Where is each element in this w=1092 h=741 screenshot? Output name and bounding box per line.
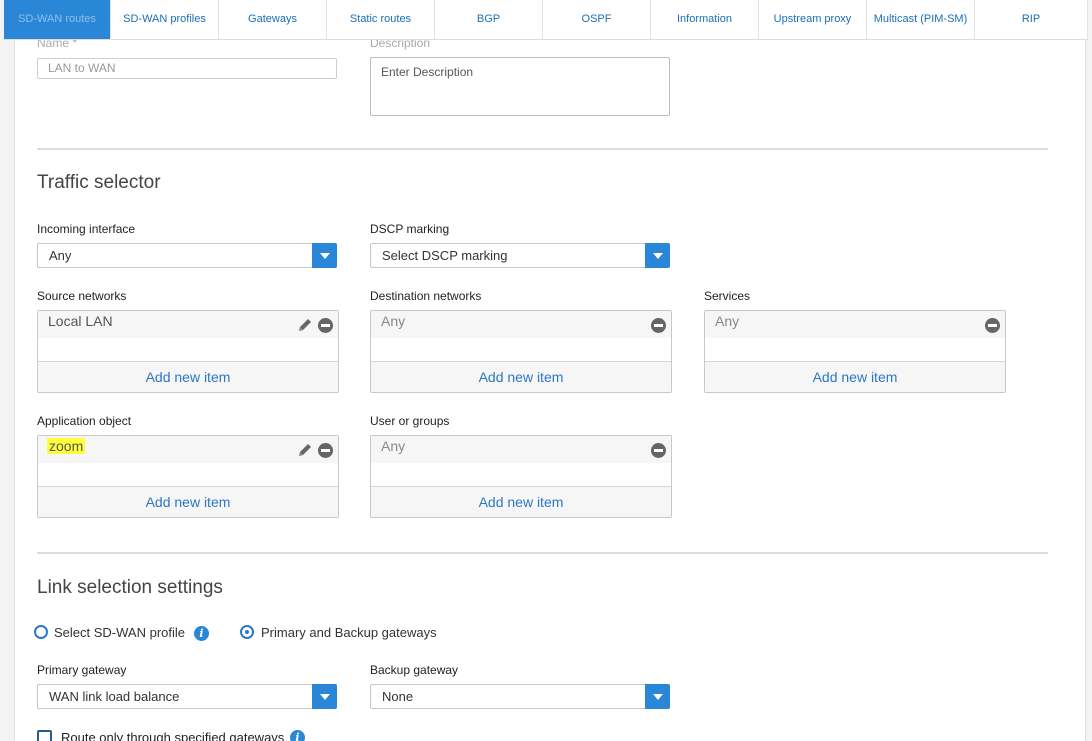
list-item[interactable]: Any	[371, 311, 671, 338]
list-item-label: Any	[381, 313, 406, 329]
services-list: Any Add new item	[704, 310, 1006, 393]
backup-gateway-label: Backup gateway	[370, 663, 459, 677]
tab-sd-wan-profiles[interactable]: SD-WAN profiles	[111, 0, 219, 39]
list-item-label: Any	[715, 313, 740, 329]
pencil-icon[interactable]	[297, 442, 313, 458]
pencil-icon[interactable]	[297, 317, 313, 333]
tab-rip[interactable]: RIP	[975, 0, 1088, 39]
list-item-label: zoom	[47, 438, 86, 454]
destination-networks-list: Any Add new item	[370, 310, 672, 393]
remove-icon[interactable]	[651, 443, 666, 458]
info-icon[interactable]: i	[290, 730, 305, 741]
remove-icon[interactable]	[318, 318, 333, 333]
list-item[interactable]: Any	[371, 436, 671, 463]
radio-sdwan-profile[interactable]	[34, 625, 48, 639]
list-item-label: Local LAN	[48, 313, 113, 329]
destination-networks-label: Destination networks	[370, 289, 482, 303]
chevron-down-icon[interactable]	[312, 684, 337, 709]
route-only-label: Route only through specified gateways	[61, 730, 285, 741]
incoming-interface-select[interactable]: Any	[37, 243, 337, 268]
list-item[interactable]: Local LAN	[38, 311, 338, 338]
backup-gateway-value: None	[382, 689, 414, 704]
tab-bar: SD-WAN routes SD-WAN profiles Gateways Stat…	[4, 0, 1088, 40]
list-item[interactable]: Any	[705, 311, 1005, 338]
tab-ospf[interactable]: OSPF	[543, 0, 651, 39]
add-new-item-button[interactable]: Add new item	[38, 361, 338, 392]
dscp-marking-value: Select DSCP marking	[382, 248, 508, 263]
add-new-item-button[interactable]: Add new item	[38, 486, 338, 517]
backup-gateway-select[interactable]: None	[370, 684, 670, 709]
radio-primary-backup-gateways[interactable]	[240, 625, 254, 639]
remove-icon[interactable]	[651, 318, 666, 333]
tab-information[interactable]: Information	[651, 0, 759, 39]
source-networks-label: Source networks	[37, 289, 127, 303]
description-textarea[interactable]: Enter Description	[370, 57, 670, 116]
tab-static-routes[interactable]: Static routes	[327, 0, 435, 39]
tab-multicast-pim-sm[interactable]: Multicast (PIM-SM)	[867, 0, 975, 39]
route-only-checkbox[interactable]	[37, 730, 52, 741]
chevron-down-icon[interactable]	[645, 684, 670, 709]
dscp-marking-label: DSCP marking	[370, 222, 450, 236]
chevron-down-icon[interactable]	[645, 243, 670, 268]
radio-sdwan-profile-label: Select SD-WAN profile	[54, 625, 185, 640]
application-object-label: Application object	[37, 414, 132, 428]
route-form-panel: Name * LAN to WAN Description Enter Desc…	[14, 36, 1086, 741]
tab-sd-wan-routes[interactable]: SD-WAN routes	[4, 0, 111, 39]
user-or-groups-label: User or groups	[370, 414, 450, 428]
tab-gateways[interactable]: Gateways	[219, 0, 327, 39]
traffic-selector-title: Traffic selector	[37, 172, 161, 193]
primary-gateway-label: Primary gateway	[37, 663, 127, 677]
primary-gateway-value: WAN link load balance	[49, 689, 180, 704]
section-divider	[37, 148, 1048, 150]
add-new-item-button[interactable]: Add new item	[371, 486, 671, 517]
primary-gateway-select[interactable]: WAN link load balance	[37, 684, 337, 709]
services-label: Services	[704, 289, 751, 303]
list-item-label: Any	[381, 438, 406, 454]
name-input[interactable]: LAN to WAN	[37, 58, 337, 79]
remove-icon[interactable]	[318, 443, 333, 458]
add-new-item-button[interactable]: Add new item	[705, 361, 1005, 392]
list-item[interactable]: zoom	[38, 436, 338, 463]
incoming-interface-label: Incoming interface	[37, 222, 136, 236]
source-networks-list: Local LAN Add new item	[37, 310, 339, 393]
user-or-groups-list: Any Add new item	[370, 435, 672, 518]
chevron-down-icon[interactable]	[312, 243, 337, 268]
tab-bgp[interactable]: BGP	[435, 0, 543, 39]
link-selection-title: Link selection settings	[37, 577, 223, 598]
add-new-item-button[interactable]: Add new item	[371, 361, 671, 392]
remove-icon[interactable]	[985, 318, 1000, 333]
section-divider	[37, 552, 1048, 554]
info-icon[interactable]: i	[194, 626, 209, 641]
dscp-marking-select[interactable]: Select DSCP marking	[370, 243, 670, 268]
incoming-interface-value: Any	[49, 248, 72, 263]
tab-upstream-proxy[interactable]: Upstream proxy	[759, 0, 867, 39]
application-object-list: zoom Add new item	[37, 435, 339, 518]
radio-primary-backup-label: Primary and Backup gateways	[261, 625, 437, 640]
